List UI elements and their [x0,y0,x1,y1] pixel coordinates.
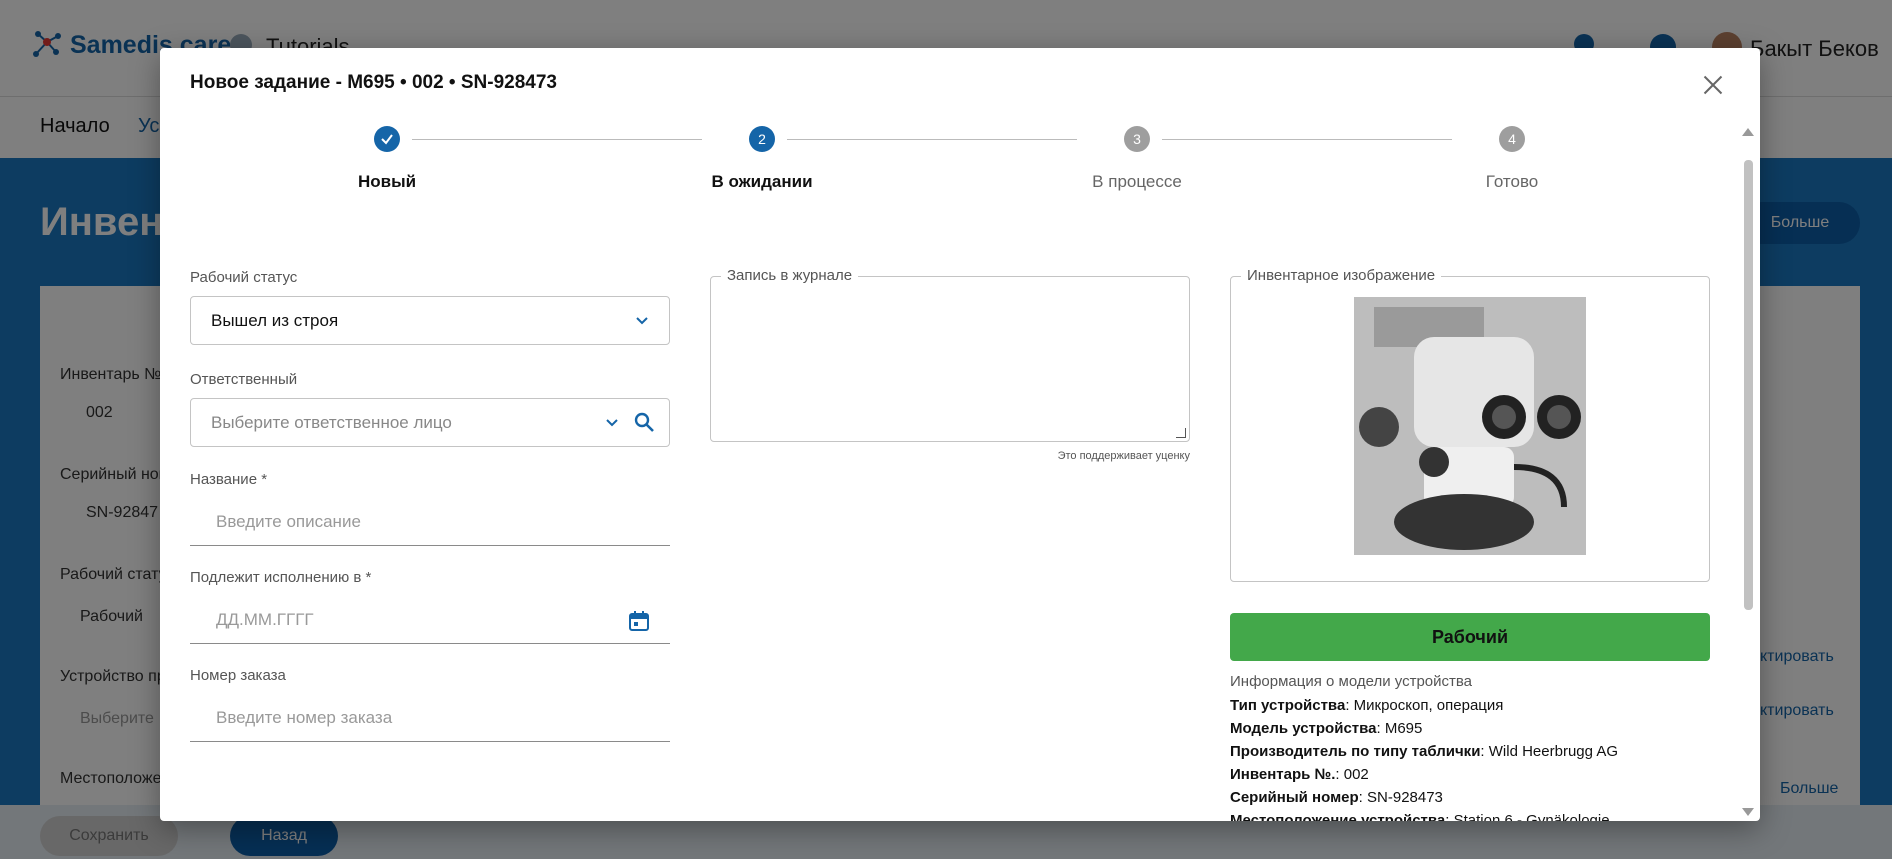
name-placeholder: Введите описание [216,512,361,531]
due-date-label: Подлежит исполнению в * [190,569,372,586]
info-value: SN-928473 [1367,789,1443,806]
info-location: Местоположение устройства: Station 6 - G… [1230,812,1610,821]
order-number-placeholder: Введите номер заказа [216,708,393,727]
inventory-image-box[interactable]: Инвентарное изображение [1230,267,1710,582]
scroll-thumb[interactable] [1744,160,1753,610]
step-number: 3 [1124,126,1150,152]
microscope-image [1354,297,1586,555]
dialog-title: Новое задание - M695 • 002 • SN-928473 [190,72,557,93]
order-number-input[interactable]: Введите номер заказа [190,696,670,742]
info-key: Производитель по типу таблички [1230,743,1481,760]
markdown-hint: Это поддерживает уценку [1057,450,1190,462]
dialog-scrollbar[interactable] [1742,128,1754,821]
step-number: 4 [1499,126,1525,152]
name-input[interactable]: Введите описание [190,500,670,546]
work-status-value: Вышел из строя [211,311,339,330]
info-key: Инвентарь №. [1230,766,1336,783]
step-label: Готово [1485,172,1539,191]
responsible-placeholder: Выберите ответственное лицо [211,413,452,432]
check-icon [374,126,400,152]
close-icon[interactable] [1700,72,1726,98]
info-device-model: Модель устройства: M695 [1230,720,1423,737]
due-date-input[interactable]: ДД.ММ.ГГГГ [190,598,670,644]
step-label: Новый [357,172,417,191]
info-key: Серийный номер [1230,789,1359,806]
resize-handle-icon[interactable] [1176,428,1186,438]
info-serial-number: Серийный номер: SN-928473 [1230,789,1443,806]
journal-entry-label: Запись в журнале [721,267,859,284]
chevron-down-icon [636,317,648,325]
step-done[interactable]: 4 Готово [1412,126,1612,196]
scroll-down-icon[interactable] [1742,808,1754,816]
work-status-select[interactable]: Вышел из строя [190,296,670,345]
working-status-button[interactable]: Рабочий [1230,613,1710,661]
info-value: M695 [1384,720,1423,737]
info-key: Местоположение устройства [1230,812,1446,821]
responsible-label: Ответственный [190,371,298,388]
step-in-progress[interactable]: 3 В процессе [1037,126,1237,196]
work-status-label: Рабочий статус [190,269,298,286]
calendar-icon[interactable] [628,610,650,632]
journal-entry-textarea[interactable]: Запись в журнале [710,267,1190,442]
step-waiting[interactable]: 2 В ожидании [662,126,862,196]
new-task-dialog: Новое задание - M695 • 002 • SN-928473 Н… [160,48,1760,821]
responsible-select[interactable]: Выберите ответственное лицо [190,398,670,447]
due-date-placeholder: ДД.ММ.ГГГГ [216,610,314,629]
step-label: В процессе [1092,172,1182,191]
model-info-heading: Информация о модели устройства [1230,673,1473,690]
inventory-image-label: Инвентарное изображение [1241,267,1442,284]
scroll-up-icon[interactable] [1742,128,1754,136]
info-value: Station 6 - Gynäkologie [1453,812,1610,821]
info-device-type: Тип устройства: Микроскоп, операция [1230,697,1504,714]
status-button-label: Рабочий [1431,626,1509,647]
search-icon[interactable] [633,411,655,433]
step-new[interactable]: Новый [287,126,487,196]
step-number: 2 [749,126,775,152]
order-number-label: Номер заказа [190,667,286,684]
info-key: Тип устройства [1230,697,1346,714]
info-value: 002 [1343,766,1369,783]
info-key: Модель устройства [1230,720,1377,737]
info-value: Wild Heerbrugg AG [1488,743,1618,760]
info-manufacturer: Производитель по типу таблички: Wild Hee… [1230,743,1618,760]
info-inventory-number: Инвентарь №.: 002 [1230,766,1369,783]
name-label: Название * [190,471,268,488]
info-value: Микроскоп, операция [1353,697,1504,714]
step-label: В ожидании [711,172,813,191]
chevron-down-icon[interactable] [603,413,621,431]
